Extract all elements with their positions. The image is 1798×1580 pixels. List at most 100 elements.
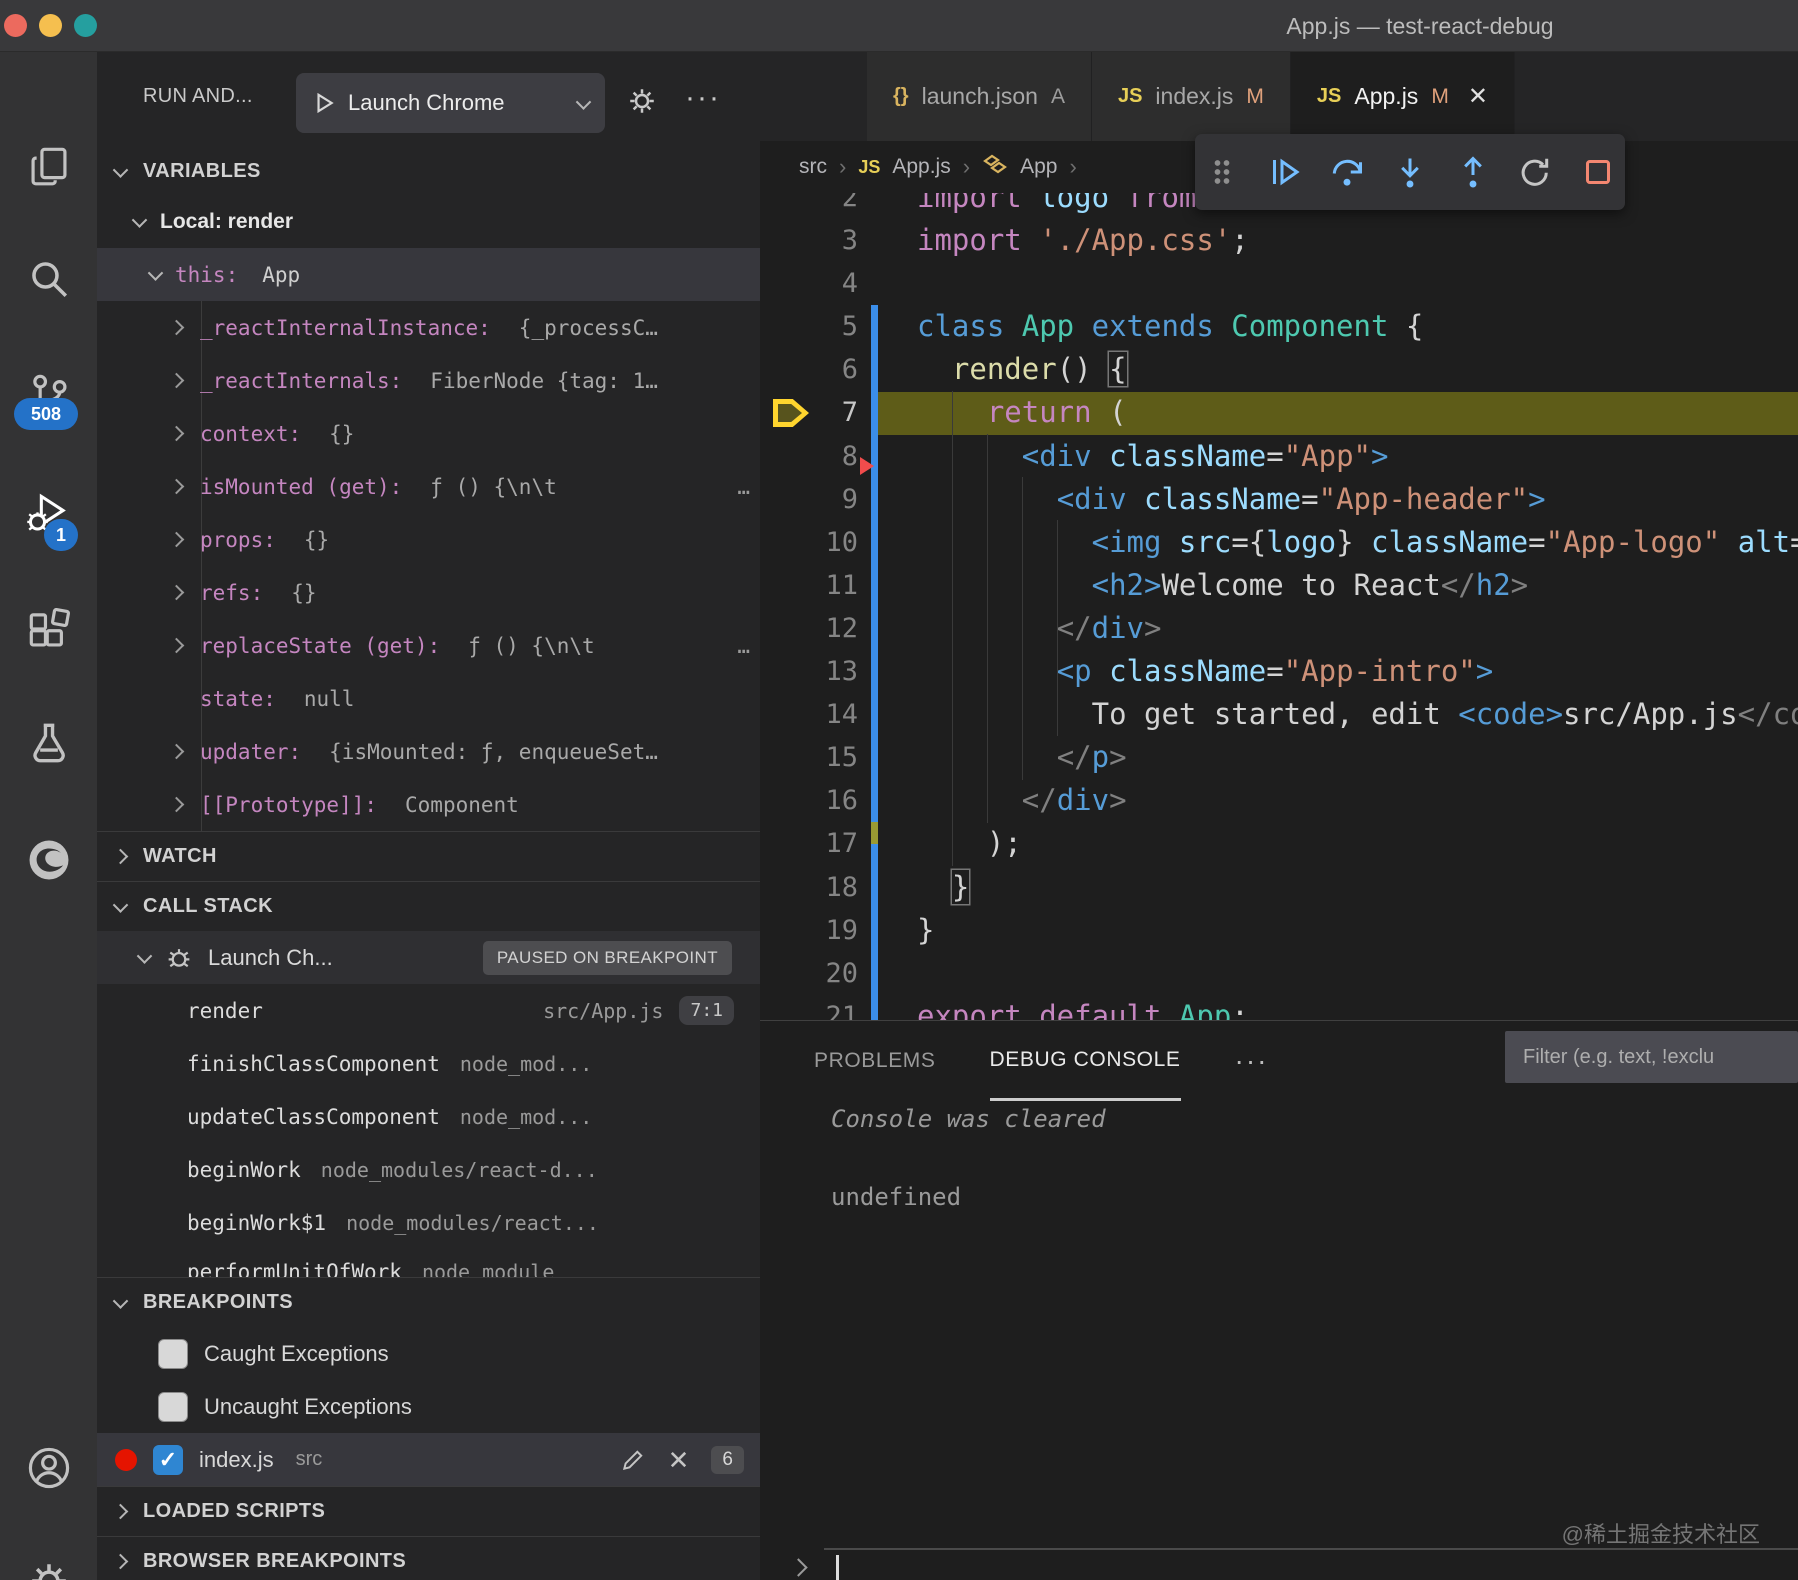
code-line[interactable]: 16 </div>: [760, 779, 1798, 822]
stack-frame[interactable]: finishClassComponentnode_mod...: [97, 1037, 760, 1090]
stack-frame[interactable]: beginWorknode_modules/react-d...: [97, 1143, 760, 1196]
variable-row[interactable]: props:{}: [97, 513, 760, 566]
run-and-debug-icon[interactable]: 1: [0, 477, 97, 549]
drag-grip-icon[interactable]: [1195, 142, 1250, 202]
variable-row[interactable]: _reactInternalInstance:{_processC…: [97, 301, 760, 354]
restart-button[interactable]: [1508, 142, 1563, 202]
debug-session-row[interactable]: Launch Ch... PAUSED ON BREAKPOINT: [97, 931, 760, 984]
variable-row[interactable]: context:{}: [97, 407, 760, 460]
panel-more-actions-button[interactable]: ···: [1235, 1021, 1269, 1101]
scm-badge: 508: [14, 398, 78, 430]
code-line[interactable]: 14 To get started, edit <code>src/App.js…: [760, 693, 1798, 736]
search-icon[interactable]: [0, 243, 97, 315]
code-lines: 2import logo from 3import './App.css';45…: [760, 193, 1798, 1020]
watch-section-header[interactable]: WATCH: [97, 831, 760, 881]
step-out-button[interactable]: [1445, 142, 1500, 202]
bug-icon: [164, 943, 194, 973]
continue-button[interactable]: [1258, 142, 1313, 202]
uncaught-exceptions-checkbox[interactable]: [158, 1392, 188, 1422]
code-line[interactable]: 20: [760, 952, 1798, 995]
remove-breakpoint-icon[interactable]: ✕: [668, 1447, 690, 1473]
stop-button[interactable]: [1570, 142, 1625, 202]
tab-app-js[interactable]: JS App.js M ✕: [1291, 52, 1515, 141]
loaded-scripts-section-header[interactable]: LOADED SCRIPTS: [97, 1486, 760, 1536]
code-line[interactable]: 9 <div className="App-header">: [760, 478, 1798, 521]
scope-label: Local: render: [160, 210, 293, 234]
console-filter-input[interactable]: [1505, 1031, 1798, 1083]
code-line[interactable]: 19}: [760, 909, 1798, 952]
sidebar-more-actions-button[interactable]: ···: [685, 78, 729, 124]
explorer-icon[interactable]: [0, 131, 97, 203]
tab-problems[interactable]: PROBLEMS: [814, 1021, 936, 1101]
variables-list: _reactInternalInstance:{_processC…_react…: [97, 301, 760, 831]
edit-pencil-icon[interactable]: [620, 1447, 646, 1473]
account-icon[interactable]: [0, 1432, 97, 1504]
code-line[interactable]: 17 );: [760, 822, 1798, 865]
this-variable-row[interactable]: this: App: [97, 248, 760, 301]
caught-exceptions-row[interactable]: Caught Exceptions: [97, 1327, 760, 1380]
breadcrumb-file[interactable]: App.js: [892, 155, 950, 179]
play-icon: [312, 91, 336, 115]
tab-debug-console[interactable]: DEBUG CONSOLE: [990, 1021, 1181, 1101]
breakpoint-row[interactable]: ✓ index.js src ✕ 6: [97, 1433, 760, 1486]
console-message: Console was cleared: [831, 1105, 1106, 1133]
code-line[interactable]: 18 }: [760, 866, 1798, 909]
settings-gear-icon[interactable]: [0, 1545, 97, 1580]
console-input-cursor[interactable]: [836, 1555, 839, 1580]
step-over-button[interactable]: [1320, 142, 1375, 202]
close-tab-icon[interactable]: ✕: [1468, 82, 1488, 111]
code-line[interactable]: 10 <img src={logo} className="App-logo" …: [760, 521, 1798, 564]
caught-exceptions-checkbox[interactable]: [158, 1339, 188, 1369]
testing-flask-icon[interactable]: [0, 707, 97, 779]
variable-row[interactable]: state:null: [97, 672, 760, 725]
code-line[interactable]: 15 </p>: [760, 736, 1798, 779]
tab-index-js[interactable]: JS index.js M: [1092, 52, 1291, 141]
browser-breakpoints-section-header[interactable]: BROWSER BREAKPOINTS: [97, 1536, 760, 1580]
code-editor[interactable]: 2import logo from 3import './App.css';45…: [760, 193, 1798, 1020]
debug-sidebar: RUN AND... Launch Chrome ··· VARIABLES L…: [97, 52, 760, 1580]
variables-section-header[interactable]: VARIABLES: [97, 147, 760, 195]
breadcrumb-separator: ›: [1069, 154, 1076, 180]
variable-row[interactable]: replaceState (get):ƒ () {\n\t…: [97, 619, 760, 672]
variable-row[interactable]: refs:{}: [97, 566, 760, 619]
extensions-icon[interactable]: [0, 593, 97, 665]
call-stack-section-header[interactable]: CALL STACK: [97, 881, 760, 931]
chevron-right-icon: [113, 1504, 129, 1520]
editor-group: {} launch.json A JS index.js M JS App.js…: [760, 52, 1798, 1020]
watch-title: WATCH: [143, 845, 217, 868]
breakpoints-section-header[interactable]: BREAKPOINTS: [97, 1277, 760, 1327]
edge-browser-icon[interactable]: [0, 824, 97, 896]
uncaught-exceptions-row[interactable]: Uncaught Exceptions: [97, 1380, 760, 1433]
launch-config-dropdown[interactable]: Launch Chrome: [296, 73, 605, 133]
code-line[interactable]: 7 return (: [760, 391, 1798, 434]
variable-row[interactable]: isMounted (get):ƒ () {\n\t…: [97, 460, 760, 513]
code-line[interactable]: 6 render() {: [760, 348, 1798, 391]
source-control-icon[interactable]: 508: [0, 358, 97, 430]
tab-launch-json[interactable]: {} launch.json A: [867, 52, 1092, 141]
scope-row[interactable]: Local: render: [97, 195, 760, 248]
minimize-window-button[interactable]: [39, 14, 62, 37]
code-line[interactable]: 3import './App.css';: [760, 219, 1798, 262]
code-line[interactable]: 11 <h2>Welcome to React</h2>: [760, 564, 1798, 607]
browser-breakpoints-title: BROWSER BREAKPOINTS: [143, 1550, 406, 1573]
debug-settings-gear-icon[interactable]: [625, 78, 665, 124]
stack-frame[interactable]: rendersrc/App.js7:1: [97, 984, 760, 1037]
maximize-window-button[interactable]: [74, 14, 97, 37]
variable-row[interactable]: [[Prototype]]:Component: [97, 778, 760, 831]
breadcrumb-src[interactable]: src: [799, 155, 827, 179]
stack-frame[interactable]: updateClassComponentnode_mod...: [97, 1090, 760, 1143]
breadcrumb-symbol[interactable]: App: [1020, 155, 1057, 179]
close-window-button[interactable]: [4, 14, 27, 37]
stack-frame[interactable]: beginWork$1node_modules/react...: [97, 1196, 760, 1249]
code-line[interactable]: 4: [760, 262, 1798, 305]
variable-row[interactable]: _reactInternals:FiberNode {tag: 1…: [97, 354, 760, 407]
code-line[interactable]: 5class App extends Component {: [760, 305, 1798, 348]
breakpoint-checkbox[interactable]: ✓: [153, 1445, 183, 1475]
code-line[interactable]: 12 </div>: [760, 607, 1798, 650]
variable-row[interactable]: updater:{isMounted: ƒ, enqueueSet…: [97, 725, 760, 778]
code-line[interactable]: 21export default App;: [760, 995, 1798, 1020]
stack-frame[interactable]: performUnitOfWorknode_module: [97, 1249, 760, 1277]
code-line[interactable]: 8 <div className="App">: [760, 435, 1798, 478]
step-into-button[interactable]: [1383, 142, 1438, 202]
code-line[interactable]: 13 <p className="App-intro">: [760, 650, 1798, 693]
